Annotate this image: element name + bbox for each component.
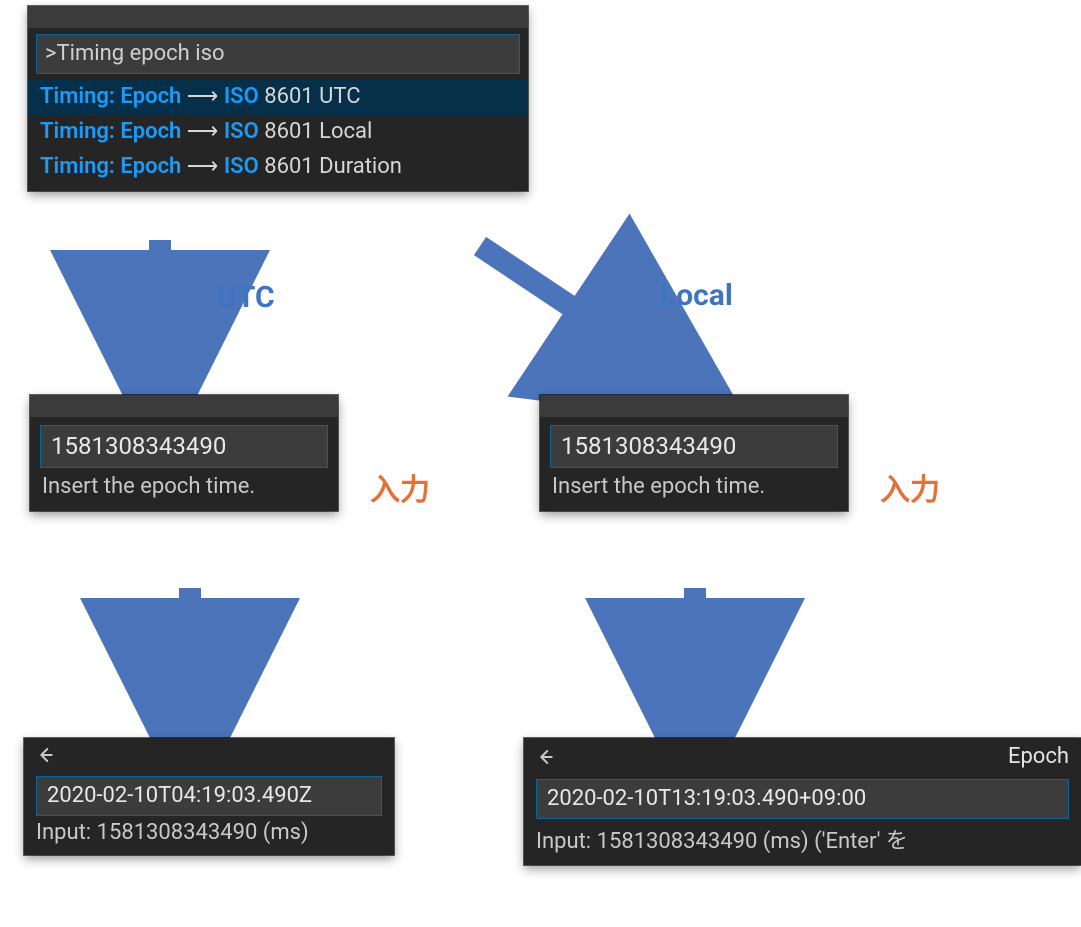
match-part: Epoch: [120, 84, 181, 109]
branch-label-local: Local: [660, 278, 733, 313]
epoch-input-field[interactable]: [551, 426, 837, 467]
command-input[interactable]: [37, 35, 519, 73]
epoch-input-wrapper: [40, 425, 328, 468]
result-panel-local: Epoch 2020-02-10T13:19:03.490+09:00 Inpu…: [524, 738, 1081, 865]
result-sub: Input: 1581308343490 (ms) ('Enter' を: [536, 823, 1069, 855]
match-part: ISO: [224, 154, 259, 179]
back-icon[interactable]: [34, 744, 56, 766]
flow-arrow-local-result: [665, 588, 725, 738]
result-sub: Input: 1581308343490 (ms): [36, 820, 382, 845]
result-value[interactable]: 2020-02-10T04:19:03.490Z: [36, 776, 382, 816]
branch-label-utc: UTC: [217, 280, 275, 315]
result-panel-utc: 2020-02-10T04:19:03.490Z Input: 15813083…: [24, 738, 394, 855]
epoch-input-hint: Insert the epoch time.: [42, 474, 326, 499]
arrow-right-icon: ⟶: [187, 84, 219, 109]
result-value[interactable]: 2020-02-10T13:19:03.490+09:00: [536, 779, 1069, 819]
match-part: Timing:: [40, 154, 115, 179]
epoch-input-utc: Insert the epoch time.: [30, 395, 338, 511]
result-title: Epoch: [564, 744, 1071, 769]
command-list: Timing: Epoch ⟶ ISO 8601 UTC Timing: Epo…: [28, 80, 528, 191]
arrow-right-icon: ⟶: [187, 119, 219, 144]
command-input-wrapper: [36, 34, 520, 74]
flow-arrow-utc: [130, 240, 190, 390]
match-part: ISO: [224, 84, 259, 109]
command-item[interactable]: Timing: Epoch ⟶ ISO 8601 Duration: [28, 150, 528, 185]
match-part: ISO: [224, 119, 259, 144]
back-icon[interactable]: [534, 746, 556, 768]
result-bar: [24, 738, 394, 770]
flow-arrow-utc-result: [160, 588, 220, 738]
rest-part: 8601 Duration: [264, 154, 402, 179]
epoch-input-wrapper: [550, 425, 838, 468]
match-part: Timing:: [40, 84, 115, 109]
match-part: Epoch: [120, 119, 181, 144]
arrow-right-icon: ⟶: [187, 154, 219, 179]
annotation-input: 入力: [880, 465, 940, 509]
match-part: Epoch: [120, 154, 181, 179]
command-item[interactable]: Timing: Epoch ⟶ ISO 8601 UTC: [28, 80, 528, 115]
rest-part: 8601 UTC: [264, 84, 360, 109]
result-bar: Epoch: [524, 738, 1081, 773]
rest-part: 8601 Local: [264, 119, 372, 144]
epoch-input-local: Insert the epoch time.: [540, 395, 848, 511]
epoch-input-field[interactable]: [41, 426, 327, 467]
command-palette: Timing: Epoch ⟶ ISO 8601 UTC Timing: Epo…: [28, 6, 528, 191]
match-part: Timing:: [40, 119, 115, 144]
epoch-input-hint: Insert the epoch time.: [552, 474, 836, 499]
command-item[interactable]: Timing: Epoch ⟶ ISO 8601 Local: [28, 115, 528, 150]
annotation-input: 入力: [370, 465, 430, 509]
flow-arrow-local: [470, 238, 690, 398]
